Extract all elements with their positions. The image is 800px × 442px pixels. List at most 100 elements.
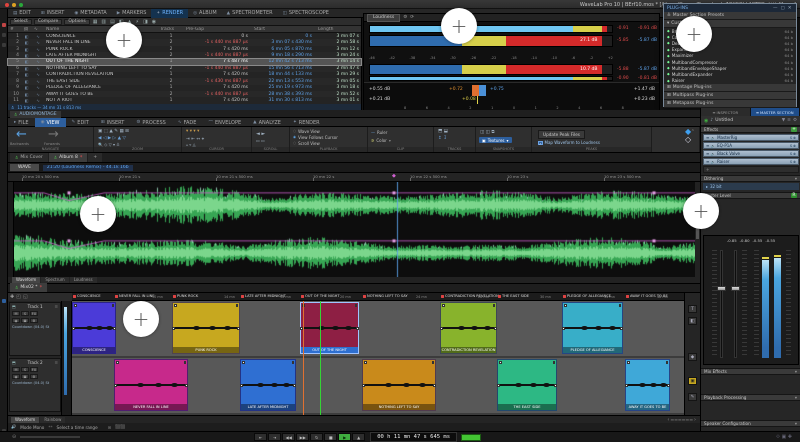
wave-tab[interactable]: WAVE [10, 164, 39, 171]
wave-view-tab-loudness[interactable]: Loudness [70, 277, 97, 283]
table-row[interactable]: 10◧∿AWAY IT GOES TO BE2-1 s 440 ms 887 µ… [8, 91, 361, 97]
scroll-thumb[interactable]: ▬▬▬▬▬▬ [670, 417, 693, 422]
column-header[interactable]: Name [44, 27, 158, 32]
wave-time-ruler[interactable]: ◆ 10 mn 20 s 500 ms10 mn 21 s10 mn 21 s … [8, 173, 700, 182]
album-toolbar-icon[interactable]: ◨ [142, 19, 149, 25]
tool-icon[interactable] [2, 43, 6, 47]
dithering-header[interactable]: Dithering ▾ [701, 175, 800, 182]
montage-footer-tab-rainbow[interactable]: Rainbow [40, 417, 65, 423]
fader-track-right[interactable] [734, 250, 737, 358]
funnel-icon[interactable]: ▼ [782, 118, 785, 123]
marker-diamond-icon[interactable]: ◆ [392, 173, 396, 179]
close-window-icon[interactable] [5, 3, 9, 7]
add-effect-icon[interactable]: + [791, 127, 797, 132]
clip-pledge-of-allegiance[interactable]: PLEDGE OF ALLEGIANCE [562, 302, 623, 354]
column-header[interactable]: ⛓ [21, 27, 32, 32]
song-marker[interactable]: PUNK ROCK [173, 294, 198, 298]
clip-fade-handle[interactable] [355, 304, 358, 307]
empty-slot[interactable]: + [703, 166, 799, 173]
ribbon-tab-process[interactable]: ⚙PROCESS [130, 118, 171, 127]
gear-icon[interactable]: ⚙ [403, 15, 407, 20]
clip-handle-left[interactable] [440, 327, 443, 330]
menu-icon[interactable]: ≡ [787, 118, 791, 123]
column-header[interactable]: Pre-Gap [184, 27, 252, 32]
text-tool-icon[interactable]: T [688, 305, 697, 313]
pencil-icon[interactable]: ✎ [688, 393, 697, 401]
ribbon-tab-file[interactable]: ▸FILE [8, 118, 35, 127]
add-icon[interactable]: ✚ [10, 294, 14, 300]
track-option-button[interactable]: ◉ [12, 318, 20, 323]
clip-fade-handle[interactable] [499, 361, 502, 364]
grid-icon[interactable]: ⊞ [108, 425, 112, 430]
album-toolbar-icon[interactable]: ⚡ [134, 19, 140, 25]
album-toolbar-icon[interactable]: ◉ [151, 19, 157, 25]
menu-tab-markers[interactable]: ▶MARKERS [112, 9, 152, 18]
clip-handle-left[interactable] [240, 384, 243, 387]
transport-stop-button[interactable]: ■ [324, 433, 337, 441]
table-row[interactable]: 7◧∿CONTRADICTION REVELATION17 s 420 ms18… [8, 72, 361, 78]
playback-option[interactable]: ◉View Follows Cursor [293, 135, 338, 141]
clip-the-east-side[interactable]: THE EAST SIDE [497, 359, 557, 411]
clip-handle-left[interactable] [625, 384, 628, 387]
ribbon-tab-view[interactable]: ◉VIEW [35, 118, 66, 127]
menu-tab-spectrometer[interactable]: ▲SPECTROMETER [222, 9, 278, 18]
track-option-button[interactable]: ⚙ [30, 318, 38, 323]
song-marker[interactable]: THE EAST SIDE [498, 294, 529, 298]
clip-never-fall-in-line[interactable]: NEVER FALL IN LINE [114, 359, 188, 411]
plugins-footer-row[interactable]: ⊞Montage Plug-ins [664, 84, 796, 92]
doc-tab-mix-cover[interactable]: ≛Mix Cover [10, 153, 48, 162]
map-waveform-checkbox[interactable]: ✓Map Waveform to Loudness [538, 140, 600, 146]
clip-handle-right[interactable] [554, 384, 557, 387]
table-row[interactable]: 2◧∿NEVER FALL IN LINE2-1 s 440 ms 887 µs… [8, 39, 361, 45]
menu-tab-metadata[interactable]: ◉METADATA [69, 9, 111, 18]
warning-icon[interactable]: ▣ [688, 377, 697, 385]
transport-go-start-button[interactable]: ⇤ [254, 433, 267, 441]
clip-fade-handle[interactable] [553, 361, 556, 364]
color-option[interactable]: ✲Color▾ [371, 138, 391, 144]
playback-option[interactable]: ○Wave View [293, 129, 320, 135]
master-level-header[interactable]: Master Level R [701, 192, 800, 199]
track-collapse-icon[interactable]: ⬒ [12, 304, 16, 309]
plugin-item[interactable]: ◆Raiser64 b [664, 78, 796, 84]
close-icon[interactable]: ✕ [786, 6, 793, 11]
clip-handle-left[interactable] [362, 384, 365, 387]
zoom-icons[interactable]: ◀ ◁ ▶ ▷ ▲ ▽ [98, 136, 126, 141]
wave-file-label[interactable]: 21:20 (Loudness Remix) - 44.1k 16b [43, 165, 133, 171]
ribbon-tab-insert[interactable]: ⊞INSERT [95, 118, 131, 127]
tab-inspector[interactable]: ≡INSPECTOR [701, 108, 751, 116]
cursor-icons[interactable]: ▵ ▿ ◬ [186, 142, 196, 147]
update-peaks-button[interactable]: Update Peak Files [538, 130, 585, 139]
fader-handle-left[interactable] [717, 286, 726, 291]
track-m-button[interactable]: M [12, 367, 20, 372]
clip-fade-handle[interactable] [564, 304, 567, 307]
menu-tab-spectroscope[interactable]: ◫SPECTROSCOPE [278, 9, 334, 18]
bottom-header-mix-effects[interactable]: Mix Effects▾ [701, 368, 800, 375]
audiomontage-tab[interactable]: ≛ AUDIOMONTAGE [10, 111, 61, 118]
album-toolbar-icon[interactable]: ▥ [100, 19, 107, 25]
plugin-item[interactable]: ◆MultibandCompressor64 b [664, 59, 796, 65]
table-row[interactable]: 6◧∿NOTHING LEFT TO SAY2-1 s 440 ms 887 µ… [8, 65, 361, 71]
montage-splitter[interactable]: ◆ ◇ [684, 127, 698, 145]
track-m-button[interactable]: M [12, 311, 20, 316]
clip-fade-handle[interactable] [116, 361, 119, 364]
clip-handle-right[interactable] [237, 327, 240, 330]
track-fx-button[interactable]: FX [30, 311, 38, 316]
navigate-forward-icon[interactable]: → [48, 128, 59, 142]
table-row[interactable]: 5◧∿OUT OF THE NIGHT17 s 487 ms12 mn 42 s… [8, 59, 361, 65]
minimize-window-icon[interactable] [12, 3, 16, 7]
column-header[interactable]: ∿ [32, 27, 44, 32]
record-ready-badge[interactable]: R [791, 193, 797, 198]
bottom-header-playback-processing[interactable]: Playback Processing▾ [701, 394, 800, 401]
clip-contradiction-revelation[interactable]: CONTRADICTION REVELATION [440, 302, 497, 354]
navigate-back-icon[interactable]: ← [16, 128, 27, 142]
menu-tab-render[interactable]: ✦RENDER [151, 9, 188, 18]
column-header[interactable]: Length [316, 27, 362, 32]
bottom-header-speaker-configuration[interactable]: Speaker Configuration▾ [701, 420, 800, 427]
transport-go-end-button[interactable]: ⇥ [268, 433, 281, 441]
song-marker[interactable]: NEVER FALL IN LINE [115, 294, 155, 298]
transport-forward-button[interactable]: ▶▶ [296, 433, 309, 441]
track-s-button[interactable]: S [21, 311, 29, 316]
bypass-icon[interactable]: ⊗ [793, 144, 796, 148]
effects-header[interactable]: Effects + [701, 126, 800, 133]
dither-row[interactable]: ▸ 32 bit [703, 183, 799, 190]
